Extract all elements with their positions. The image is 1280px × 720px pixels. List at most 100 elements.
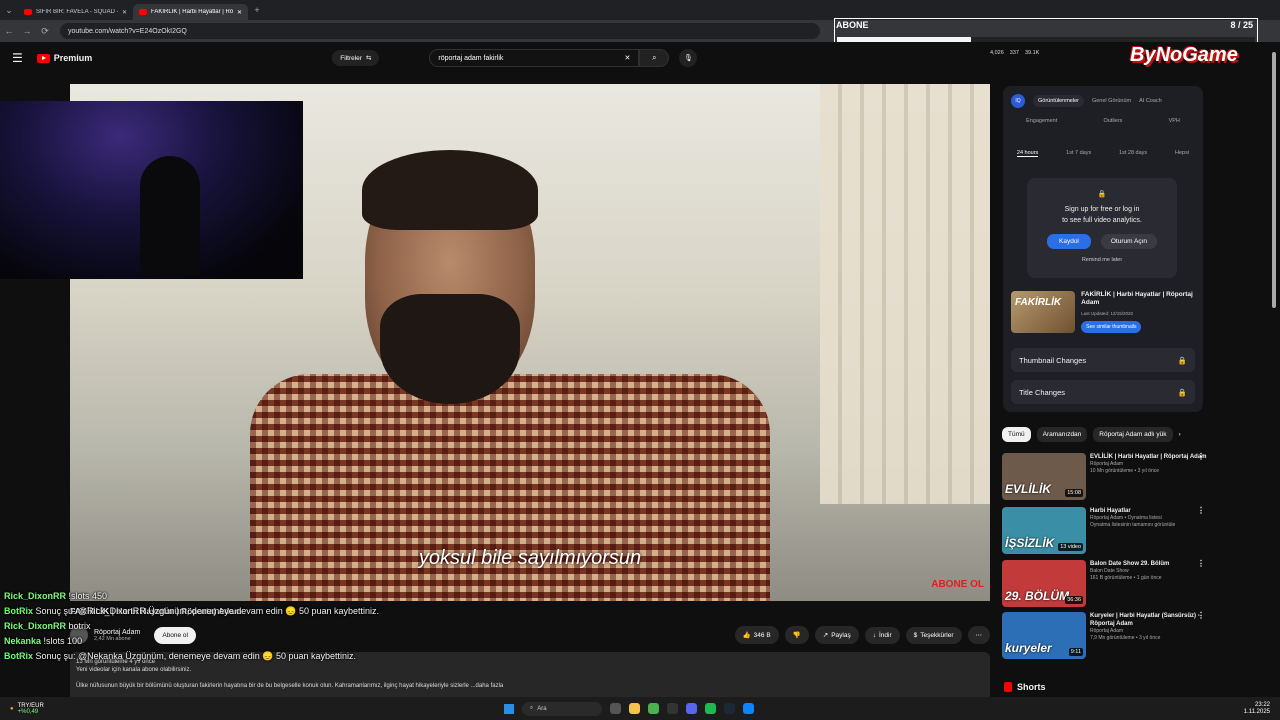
video-actions: 👍 346 B 👎 ↗ Paylaş ↓ İndir $ Teşekkürler ⋯ xyxy=(734,626,990,644)
task-view-icon[interactable] xyxy=(609,703,621,714)
signup-text: Sign up for free or log in xyxy=(1064,206,1140,213)
chat-user: Nekanka xyxy=(4,636,42,646)
windows-start-icon[interactable] xyxy=(503,703,514,714)
chat-text: Sonuç şu: @Nekanka Üzgünüm, denemeye dev… xyxy=(35,651,357,661)
chip-all[interactable]: Tümü xyxy=(1002,427,1031,442)
remind-later-link[interactable]: Remind me later xyxy=(1027,257,1177,263)
period-28d[interactable]: 1st 28 days xyxy=(1119,150,1147,157)
close-icon[interactable]: ✕ xyxy=(122,9,127,16)
thumbs-down-icon: 👎 xyxy=(792,632,801,639)
period-24h[interactable]: 24 hours xyxy=(1016,150,1039,157)
metric-label: Engagement xyxy=(1026,118,1058,124)
discord-icon[interactable] xyxy=(685,703,697,714)
chevron-right-icon[interactable]: › xyxy=(1179,431,1181,438)
tab-views[interactable]: Görüntülenmeler xyxy=(1033,95,1084,107)
video-thumbnail: FAKİRLİK xyxy=(1011,291,1076,333)
clock-time: 23:22 xyxy=(1254,701,1270,708)
page-scrollbar[interactable] xyxy=(1272,42,1278,692)
browser-tab-label: FAKİRLİK | Harbi Hayatlar | Rö xyxy=(151,9,233,15)
recommendation-chips: Tümü Aramanızdan Röportaj Adam adlı yük … xyxy=(1002,427,1181,442)
youtube-icon xyxy=(24,9,32,15)
period-all[interactable]: Hepsi xyxy=(1175,150,1189,157)
spotify-icon[interactable] xyxy=(704,703,716,714)
recommended-video[interactable]: kuryeler 9:11 Kuryeler | Harbi Hayatlar (… xyxy=(1002,612,1207,659)
tab-overview[interactable]: Genel Görünüm xyxy=(1092,98,1131,104)
share-icon: ↗ xyxy=(822,632,829,639)
chat-user: Rick_DixonRR xyxy=(4,591,67,601)
recommended-video[interactable]: 29. BÖLÜM 36:36 Balon Date Show 29. Bölüm… xyxy=(1002,560,1207,607)
obs-icon[interactable] xyxy=(666,703,678,714)
voice-search-button[interactable]: 🎙 xyxy=(679,49,698,67)
thanks-button[interactable]: $ Teşekkürler xyxy=(905,626,962,644)
filters-button[interactable]: Filtreler ⇆ xyxy=(332,50,380,66)
more-vert-icon[interactable]: ⋮ xyxy=(1197,612,1205,620)
menu-icon[interactable]: ☰ xyxy=(12,51,23,65)
rec-title: EVLİLİK | Harbi Hayatlar | Röportaj Adam xyxy=(1090,454,1207,460)
more-actions-button[interactable]: ⋯ xyxy=(967,626,990,644)
analytics-panel: IQ Görüntülenmeler Genel Görünüm AI Coac… xyxy=(1003,86,1203,412)
recommended-playlist[interactable]: İŞSİZLİK 13 video Harbi Hayatlar Röportaj … xyxy=(1002,507,1207,554)
chat-message: Nekanka !slots 100 xyxy=(4,634,424,649)
signup-text: to see full video analytics. xyxy=(1062,217,1142,224)
download-icon: ↓ xyxy=(872,631,876,639)
signup-button[interactable]: Kaydol xyxy=(1047,234,1091,249)
currency-widget[interactable]: ● TRY/EUR +%0,49 xyxy=(10,703,44,715)
stream-chat-overlay: Rick_DixonRR !slots 450 BotRix Sonuç şu:… xyxy=(4,589,424,664)
chat-text: !slots 100 xyxy=(43,636,83,646)
chip-channel[interactable]: Röportaj Adam adlı yük xyxy=(1093,427,1173,442)
system-clock[interactable]: 23:22 1.11.2025 xyxy=(1244,702,1270,716)
edge-icon[interactable] xyxy=(742,703,754,714)
reload-icon[interactable]: ⟳ xyxy=(36,26,54,37)
login-button[interactable]: Oturum Açın xyxy=(1100,234,1157,249)
extension-stats: 4,026 337 39.1K xyxy=(990,50,1039,56)
similar-thumbnails-button[interactable]: See similar thumbnails xyxy=(1081,321,1142,333)
currency-icon: ● xyxy=(10,705,14,712)
thanks-icon: $ xyxy=(913,631,918,639)
period-7d[interactable]: 1st 7 days xyxy=(1066,150,1091,157)
url-field[interactable]: youtube.com/watch?v=E24OzOkI2GQ xyxy=(60,23,820,39)
card-title: FAKİRLİK | Harbi Hayatlar | Röportaj Ada… xyxy=(1081,291,1193,306)
thumbnail-changes-row[interactable]: Thumbnail Changes 🔒 xyxy=(1011,348,1195,372)
browser-tab[interactable]: SIFIR BİR: FAVELA - SQUAD - Yo ✕ xyxy=(18,4,133,20)
more-vert-icon[interactable]: ⋮ xyxy=(1197,507,1205,515)
dislike-button[interactable]: 👎 xyxy=(784,626,809,644)
title-changes-row[interactable]: Title Changes 🔒 xyxy=(1011,380,1195,404)
steam-icon[interactable] xyxy=(723,703,735,714)
forward-icon[interactable]: → xyxy=(18,26,36,36)
youtube-logo[interactable]: Premium xyxy=(36,53,92,63)
search-button[interactable]: ⌕ xyxy=(639,49,670,67)
taskbar-search[interactable]: ⌕ Ara xyxy=(521,701,602,716)
vidiq-icon: IQ xyxy=(1011,94,1025,108)
file-explorer-icon[interactable] xyxy=(628,703,640,714)
tab-list-icon[interactable]: ⌄ xyxy=(0,5,18,16)
chat-user: Rick_DixonRR xyxy=(4,621,67,631)
download-button[interactable]: ↓ İndir xyxy=(864,626,900,644)
clear-icon[interactable]: ✕ xyxy=(625,54,631,62)
goal-count: 8 / 25 xyxy=(1230,20,1253,30)
back-icon[interactable]: ← xyxy=(0,26,18,36)
lock-icon: 🔒 xyxy=(1097,191,1107,198)
new-tab-button[interactable]: + xyxy=(248,5,266,15)
youtube-icon xyxy=(139,9,147,15)
rec-title: Balon Date Show 29. Bölüm xyxy=(1090,561,1170,567)
browser-tab-active[interactable]: FAKİRLİK | Harbi Hayatlar | Rö ✕ xyxy=(133,4,248,20)
scrollbar-thumb[interactable] xyxy=(1272,52,1276,308)
like-button[interactable]: 👍 346 B xyxy=(734,626,779,644)
rec-thumbnail: İŞSİZLİK 13 video xyxy=(1002,507,1086,554)
more-vert-icon[interactable]: ⋮ xyxy=(1197,560,1205,568)
video-person xyxy=(250,150,770,601)
chip-from-search[interactable]: Aramanızdan xyxy=(1036,427,1088,442)
chrome-icon[interactable] xyxy=(647,703,659,714)
stat-value: 4,026 xyxy=(990,50,1004,56)
tab-ai-coach[interactable]: AI Coach xyxy=(1139,98,1162,104)
search-input[interactable]: röportaj adam fakirlik ✕ xyxy=(429,49,640,67)
more-vert-icon[interactable]: ⋮ xyxy=(1197,453,1205,461)
chat-message: BotRix Sonuç şu: @Rick_DixonRR Üzgünüm, … xyxy=(4,604,424,619)
recommended-video[interactable]: EVLİLİK 15:08 EVLİLİK | Harbi Hayatlar | … xyxy=(1002,453,1207,500)
video-subtitle: yoksul bile sayılmıyorsun xyxy=(418,547,642,569)
close-icon[interactable]: ✕ xyxy=(237,9,242,16)
share-button[interactable]: ↗ Paylaş xyxy=(814,626,859,644)
rec-title: Kuryeler | Harbi Hayatlar (Sansürsüz) - … xyxy=(1090,613,1200,627)
chat-message: Rick_DixonRR !slots 450 xyxy=(4,589,424,604)
row-label: Thumbnail Changes xyxy=(1019,355,1087,365)
